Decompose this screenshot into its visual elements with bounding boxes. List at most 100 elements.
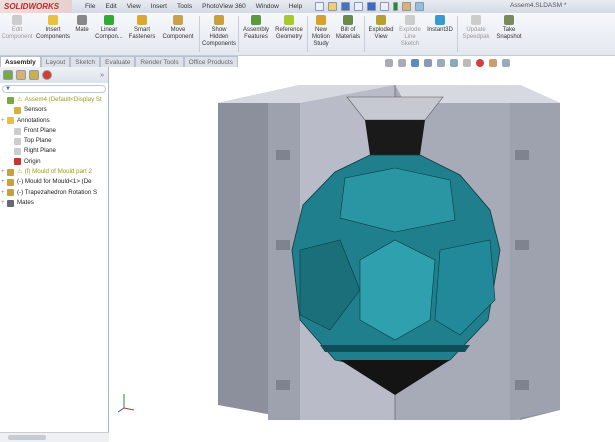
menu-edit[interactable]: Edit	[100, 3, 121, 10]
smart-fasteners-icon	[137, 15, 147, 25]
tree-item[interactable]: + Annotations	[0, 116, 108, 126]
tree-node-icon	[14, 158, 21, 166]
snapshot-icon	[504, 15, 514, 25]
divider	[457, 16, 458, 52]
tab-office-products[interactable]: Office Products	[183, 56, 238, 67]
smart-fasteners-button[interactable]: Smart Fasteners	[126, 13, 158, 55]
menu-file[interactable]: File	[80, 3, 100, 10]
previous-view-icon[interactable]	[411, 59, 419, 67]
instant3d-icon	[435, 15, 445, 25]
tree-item-label: (-) Trapezahedron Rotation S	[17, 188, 98, 196]
panel-horizontal-scrollbar[interactable]	[0, 432, 109, 442]
tree-node-icon	[7, 168, 14, 176]
select-icon[interactable]	[380, 2, 390, 11]
bom-icon	[343, 15, 353, 25]
edit-component-icon	[12, 15, 22, 25]
explode-line-sketch-button[interactable]: Explode Line Sketch	[396, 13, 424, 55]
tree-item[interactable]: + (-) Trapezahedron Rotation S	[0, 188, 108, 198]
command-tabs: Assembly Layout Sketch Evaluate Render T…	[0, 56, 250, 67]
tree-item-label: Annotations	[17, 116, 50, 124]
insert-components-button[interactable]: Insert Components	[34, 13, 72, 55]
menu-window[interactable]: Window	[251, 3, 284, 10]
tree-node-icon	[14, 148, 21, 156]
solidworks-logo: SOLIDWORKS	[0, 0, 72, 13]
print-icon[interactable]	[354, 2, 364, 11]
model-render	[117, 85, 560, 420]
tree-item[interactable]: + Mates	[0, 198, 108, 208]
file-properties-icon[interactable]	[402, 2, 412, 11]
mould-key	[276, 150, 290, 160]
view-orientation-icon[interactable]	[437, 59, 445, 67]
scrollbar-thumb[interactable]	[8, 435, 46, 440]
mate-icon	[77, 15, 87, 25]
reference-geometry-button[interactable]: Reference Geometry	[272, 13, 306, 55]
display-style-icon[interactable]	[450, 59, 458, 67]
tree-item[interactable]: Top Plane	[0, 136, 108, 146]
zoom-to-fit-icon[interactable]	[385, 59, 393, 67]
menu-photoview[interactable]: PhotoView 360	[197, 3, 251, 10]
exploded-view-button[interactable]: Exploded View	[366, 13, 396, 55]
tab-assembly[interactable]: Assembly	[0, 56, 41, 67]
menu-insert[interactable]: Insert	[146, 3, 172, 10]
assembly-features-button[interactable]: Assembly Features	[240, 13, 272, 55]
new-icon[interactable]	[315, 2, 325, 11]
save-icon[interactable]	[341, 2, 351, 11]
zoom-area-icon[interactable]	[398, 59, 406, 67]
expand-chevron-icon[interactable]: »	[100, 72, 104, 79]
instant3d-button[interactable]: Instant3D	[424, 13, 456, 55]
tree-item[interactable]: Sensors	[0, 105, 108, 115]
edit-component-button[interactable]: Edit Component	[0, 13, 34, 55]
feature-manager-tab-icon[interactable]	[3, 70, 13, 80]
tree-item-label: (-) Mould for Mould<1> (De	[17, 178, 92, 186]
divider	[238, 16, 239, 52]
tree-node-icon	[7, 117, 14, 125]
mould-key	[276, 240, 290, 250]
axis-triad	[117, 394, 135, 413]
graphics-viewport[interactable]	[110, 67, 615, 432]
property-manager-tab-icon[interactable]	[16, 70, 26, 80]
new-motion-study-button[interactable]: New Motion Study	[309, 13, 333, 55]
tree-item[interactable]: ⚠ Assem4 (Default<Display St	[0, 95, 108, 105]
rebuild-icon[interactable]	[393, 2, 399, 11]
tab-render-tools[interactable]: Render Tools	[135, 56, 184, 67]
tree-item[interactable]: Front Plane	[0, 126, 108, 136]
tree-item[interactable]: Origin	[0, 157, 108, 167]
menu-tools[interactable]: Tools	[172, 3, 197, 10]
appearance-icon[interactable]	[476, 59, 484, 67]
view-settings-icon[interactable]	[502, 59, 510, 67]
show-hidden-components-button[interactable]: Show Hidden Components	[201, 13, 237, 55]
tab-sketch[interactable]: Sketch	[70, 56, 101, 67]
view-toolbar	[385, 59, 510, 67]
undo-icon[interactable]	[367, 2, 377, 11]
mould-key	[515, 240, 529, 250]
move-component-button[interactable]: Move Component	[158, 13, 198, 55]
tree-item-label: Front Plane	[24, 126, 56, 134]
filter-input[interactable]: ▼	[2, 85, 106, 93]
divider	[307, 16, 308, 52]
tree-item-label: (f) Mould of Mould part 2	[24, 168, 92, 176]
display-manager-tab-icon[interactable]	[42, 70, 52, 80]
mate-button[interactable]: Mate	[72, 13, 92, 55]
warning-icon: ⚠	[17, 96, 23, 103]
configuration-manager-tab-icon[interactable]	[29, 70, 39, 80]
reference-geometry-icon	[284, 15, 294, 25]
tree-item[interactable]: + (-) Mould for Mould<1> (De	[0, 177, 108, 187]
tab-layout[interactable]: Layout	[40, 56, 71, 67]
tree-node-icon	[7, 179, 14, 187]
update-speedpak-button[interactable]: Update Speedpak	[459, 13, 493, 55]
open-icon[interactable]	[328, 2, 338, 11]
linear-pattern-button[interactable]: Linear Compon...	[92, 13, 126, 55]
menu-view[interactable]: View	[122, 3, 146, 10]
take-snapshot-button[interactable]: Take Snapshot	[493, 13, 525, 55]
command-manager: Edit Component Insert Components Mate Li…	[0, 13, 615, 56]
bill-of-materials-button[interactable]: Bill of Materials	[333, 13, 363, 55]
tab-evaluate[interactable]: Evaluate	[100, 56, 136, 67]
hide-show-icon[interactable]	[463, 59, 471, 67]
options-icon[interactable]	[415, 2, 425, 11]
scene-icon[interactable]	[489, 59, 497, 67]
section-view-icon[interactable]	[424, 59, 432, 67]
show-hidden-icon	[214, 15, 224, 25]
tree-item[interactable]: + ⚠ (f) Mould of Mould part 2	[0, 167, 108, 177]
menu-help[interactable]: Help	[284, 3, 307, 10]
tree-item[interactable]: Right Plane	[0, 146, 108, 156]
